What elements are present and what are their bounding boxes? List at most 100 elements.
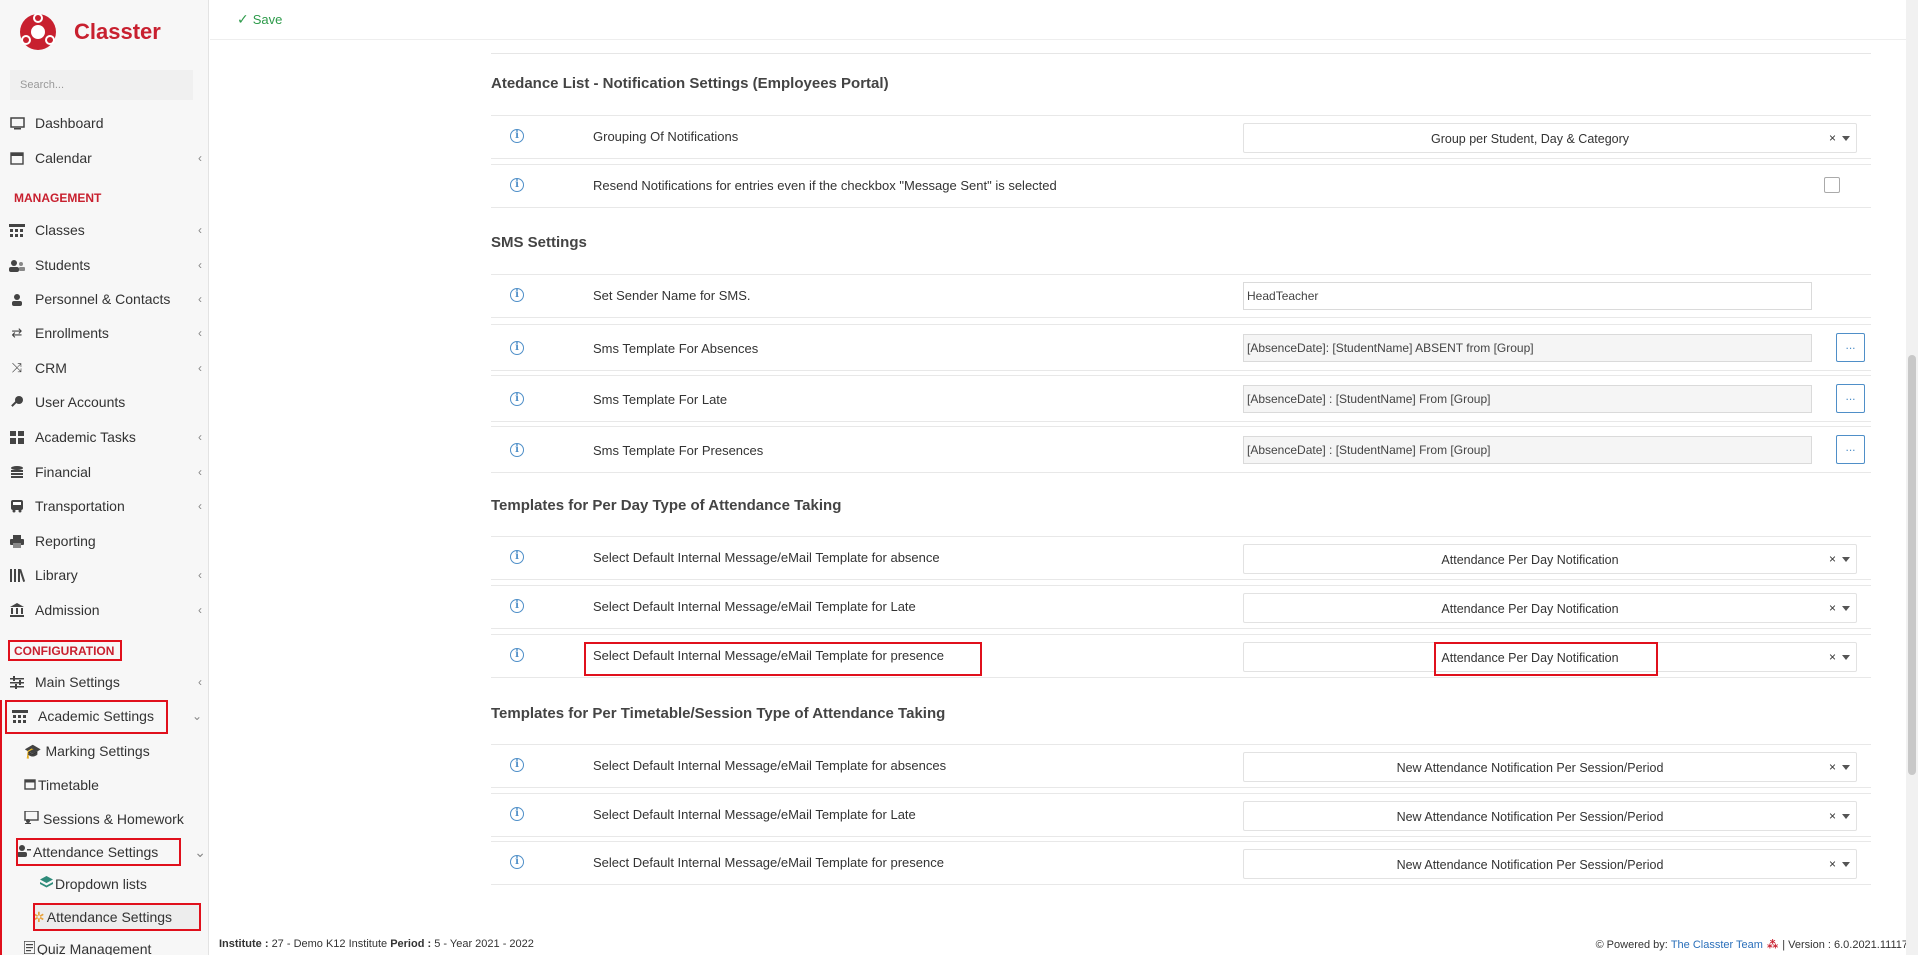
perday-absence-select[interactable]: Attendance Per Day Notification ×: [1243, 544, 1857, 574]
sidebar-item-label: Dashboard: [35, 115, 104, 131]
sidebar-item-main-settings[interactable]: Main Settings ‹: [0, 667, 208, 697]
highlight-box: [5, 700, 168, 734]
page-scrollbar[interactable]: [1906, 0, 1918, 955]
session-presence-select[interactable]: New Attendance Notification Per Session/…: [1243, 849, 1857, 879]
caret-down-icon[interactable]: [1842, 814, 1850, 819]
highlight-box: [584, 642, 982, 676]
sidebar-item-financial[interactable]: Financial ‹: [0, 457, 208, 487]
sidebar-item-user-accounts[interactable]: User Accounts: [0, 387, 208, 417]
section-title-per-day: Templates for Per Day Type of Attendance…: [491, 497, 842, 514]
info-icon[interactable]: i: [510, 341, 524, 355]
app-name: Classter: [74, 19, 161, 44]
sidebar-search-input[interactable]: Search...: [10, 70, 193, 100]
clear-icon[interactable]: ×: [1829, 601, 1836, 615]
sms-presences-template-field[interactable]: [AbsenceDate] : [StudentName] From [Grou…: [1243, 436, 1812, 464]
info-icon[interactable]: i: [510, 178, 524, 192]
sidebar-item-students[interactable]: Students ‹: [0, 250, 208, 280]
app-logo[interactable]: Classter: [18, 10, 161, 54]
highlight-box: [8, 640, 122, 661]
info-icon[interactable]: i: [510, 855, 524, 869]
graduation-cap-icon: 🎓: [24, 742, 42, 759]
sms-late-template-field[interactable]: [AbsenceDate] : [StudentName] From [Grou…: [1243, 385, 1812, 413]
sms-absences-template-field[interactable]: [AbsenceDate]: [StudentName] ABSENT from…: [1243, 334, 1812, 362]
clear-icon[interactable]: ×: [1829, 760, 1836, 774]
chevron-down-icon: ⌄: [194, 843, 206, 860]
session-late-select[interactable]: New Attendance Notification Per Session/…: [1243, 801, 1857, 831]
setting-row-grouping: i Grouping Of Notifications Group per St…: [491, 115, 1871, 159]
sidebar-item-label: Personnel & Contacts: [35, 291, 171, 307]
footer-powered-by: © Powered by: The Classter Team ⁂ | Vers…: [1596, 938, 1908, 952]
grouping-select[interactable]: Group per Student, Day & Category ×: [1243, 123, 1857, 153]
edit-template-button[interactable]: ...: [1836, 333, 1865, 362]
highlight-line: [0, 700, 3, 955]
perday-late-select[interactable]: Attendance Per Day Notification ×: [1243, 593, 1857, 623]
clear-icon[interactable]: ×: [1829, 650, 1836, 664]
sidebar-item-reporting[interactable]: Reporting: [0, 526, 208, 556]
sidebar-item-sessions-homework[interactable]: Sessions & Homework ‹: [24, 805, 208, 833]
caret-down-icon[interactable]: [1842, 557, 1850, 562]
sidebar-item-admission[interactable]: Admission ‹: [0, 595, 208, 625]
session-absences-select[interactable]: New Attendance Notification Per Session/…: [1243, 752, 1857, 782]
sidebar-item-label: Quiz Management: [37, 941, 152, 955]
sidebar-item-classes[interactable]: Classes ‹: [0, 215, 208, 245]
institute-label: Institute :: [219, 938, 269, 950]
sidebar-item-library[interactable]: Library ‹: [0, 560, 208, 590]
institute-value: 27 - Demo K12 Institute: [271, 938, 388, 950]
info-icon[interactable]: i: [510, 807, 524, 821]
info-icon[interactable]: i: [510, 550, 524, 564]
sidebar-item-calendar[interactable]: Calendar ‹: [0, 143, 208, 173]
sidebar-item-marking-settings[interactable]: 🎓 Marking Settings ‹: [24, 737, 208, 765]
sidebar-item-quiz-management[interactable]: Quiz Management ‹: [23, 935, 208, 955]
setting-label: Sms Template For Absences: [593, 341, 759, 356]
sidebar-item-timetable[interactable]: Timetable ‹: [24, 771, 208, 799]
chevron-left-icon: ‹: [198, 499, 202, 513]
resend-checkbox[interactable]: [1824, 177, 1840, 193]
sender-name-input[interactable]: HeadTeacher: [1243, 282, 1812, 310]
info-icon[interactable]: i: [510, 443, 524, 457]
caret-down-icon[interactable]: [1842, 136, 1850, 141]
scrollbar-thumb[interactable]: [1908, 355, 1916, 775]
sidebar-item-academic-tasks[interactable]: Academic Tasks ‹: [0, 422, 208, 452]
sidebar-item-dashboard[interactable]: Dashboard: [0, 108, 208, 138]
chevron-left-icon: ‹: [198, 430, 202, 444]
clear-icon[interactable]: ×: [1829, 131, 1836, 145]
highlight-box: [16, 838, 181, 866]
clear-icon[interactable]: ×: [1829, 809, 1836, 823]
toolbar: ✓ Save: [210, 0, 1918, 40]
caret-down-icon[interactable]: [1842, 862, 1850, 867]
info-icon[interactable]: i: [510, 758, 524, 772]
sidebar-item-dropdown-lists[interactable]: Dropdown lists: [40, 870, 208, 898]
setting-label: Grouping Of Notifications: [593, 129, 739, 144]
chevron-left-icon: ‹: [198, 292, 202, 306]
chevron-left-icon: ‹: [198, 223, 202, 237]
chevron-left-icon: ‹: [198, 326, 202, 340]
save-button[interactable]: ✓ Save: [237, 11, 282, 28]
sidebar-item-label: Reporting: [35, 533, 96, 549]
bank-icon: [8, 603, 26, 617]
caret-down-icon[interactable]: [1842, 655, 1850, 660]
caret-down-icon[interactable]: [1842, 606, 1850, 611]
highlight-box: [1434, 642, 1658, 676]
info-icon[interactable]: i: [510, 288, 524, 302]
caret-down-icon[interactable]: [1842, 765, 1850, 770]
sidebar-item-crm[interactable]: ⤨ CRM ‹: [0, 353, 208, 383]
key-icon: [8, 395, 26, 409]
clear-icon[interactable]: ×: [1829, 857, 1836, 871]
edit-template-button[interactable]: ...: [1836, 384, 1865, 413]
info-icon[interactable]: i: [510, 599, 524, 613]
setting-row-session-late: i Select Default Internal Message/eMail …: [491, 793, 1871, 837]
info-icon[interactable]: i: [510, 392, 524, 406]
info-icon[interactable]: i: [510, 648, 524, 662]
sidebar-item-enrollments[interactable]: ⇄ Enrollments ‹: [0, 318, 208, 348]
sidebar-item-transportation[interactable]: Transportation ‹: [0, 491, 208, 521]
sidebar-item-personnel[interactable]: Personnel & Contacts ‹: [0, 284, 208, 314]
edit-template-button[interactable]: ...: [1836, 435, 1865, 464]
classes-icon: [8, 223, 26, 237]
calendar-icon: [8, 151, 26, 165]
footer-institute-info: Institute : 27 - Demo K12 Institute Peri…: [219, 938, 534, 950]
clear-icon[interactable]: ×: [1829, 552, 1836, 566]
info-icon[interactable]: i: [510, 129, 524, 143]
classter-team-link[interactable]: The Classter Team: [1671, 939, 1763, 951]
setting-row-session-presence: i Select Default Internal Message/eMail …: [491, 841, 1871, 885]
tasks-icon: [8, 430, 26, 444]
